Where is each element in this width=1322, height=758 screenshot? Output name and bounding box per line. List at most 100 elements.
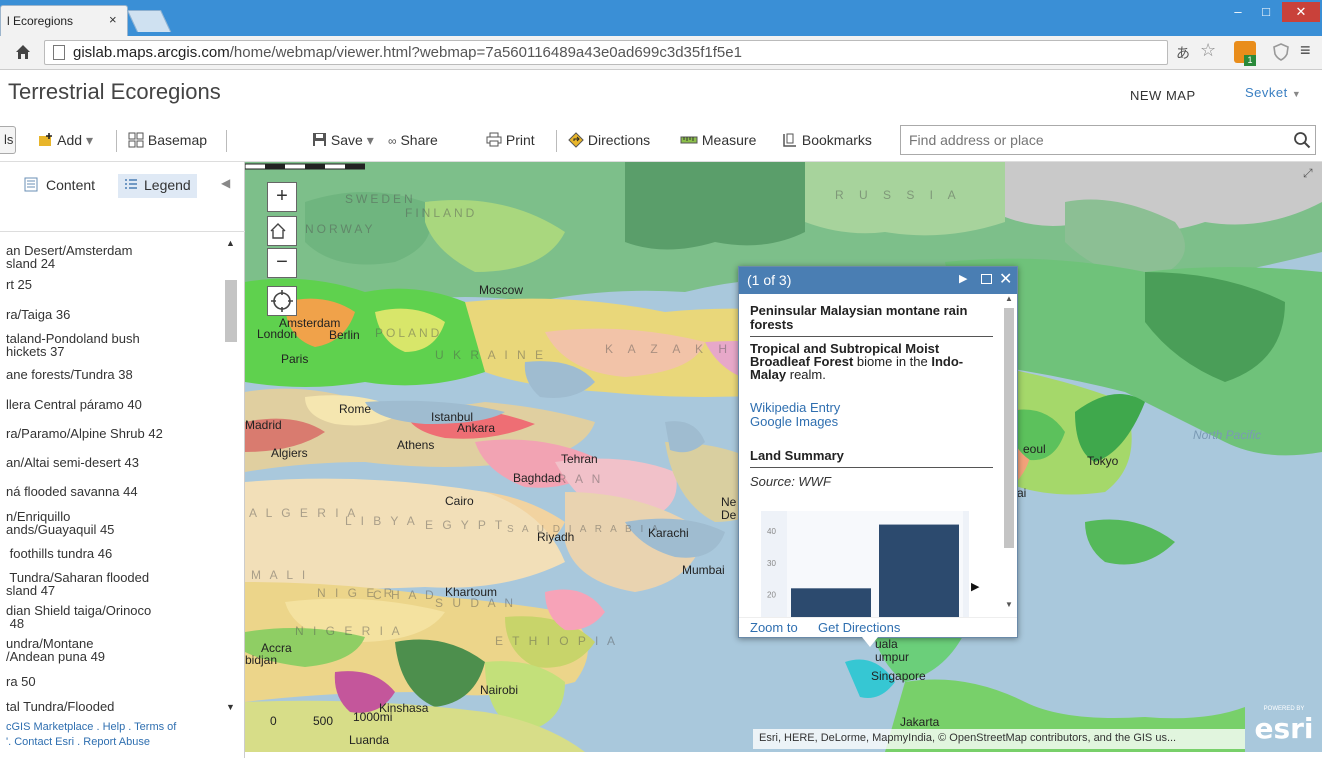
scroll-down-icon[interactable]: ▼: [226, 702, 235, 712]
collapse-panel-icon[interactable]: ◀: [221, 176, 230, 190]
popup-header: (1 of 3) ▶ ✕: [739, 267, 1017, 294]
print-button[interactable]: Print: [486, 132, 535, 148]
map-label-chad: C H A D: [373, 588, 437, 602]
home-extent-button[interactable]: [267, 216, 297, 246]
map-label-kuala-lumpur: uala umpur: [875, 637, 910, 664]
bookmarks-button[interactable]: Bookmarks: [782, 132, 872, 148]
map-label-mumbai: Mumbai: [682, 563, 725, 577]
search-input[interactable]: [901, 126, 1281, 154]
url-field[interactable]: gislab.maps.arcgis.com/home/webmap/viewe…: [44, 40, 1168, 65]
new-map-link[interactable]: NEW MAP: [1130, 88, 1196, 103]
map-label-kazakhstan: K A Z A K H: [605, 342, 734, 356]
tab-legend[interactable]: Legend: [118, 174, 197, 198]
star-icon[interactable]: ☆: [1200, 40, 1222, 62]
basemap-button[interactable]: Basemap: [128, 132, 207, 148]
footer-line-2[interactable]: '. Contact Esri . Report Abuse: [6, 736, 150, 748]
map-label-ankara: Ankara: [457, 421, 496, 435]
map-label-rome: Rome: [339, 402, 372, 416]
home-icon[interactable]: [14, 43, 32, 61]
popup-divider: [750, 467, 993, 468]
footer-line-1[interactable]: cGIS Marketplace . Help . Terms of: [6, 721, 176, 733]
share-button[interactable]: ∞ Share: [388, 132, 438, 148]
zoom-in-button[interactable]: +: [267, 182, 297, 212]
browser-tab-strip: l Ecoregions × – □ ✕: [0, 0, 1322, 36]
land-summary-heading: Land Summary: [750, 448, 844, 463]
popup-next-icon[interactable]: ▶: [959, 272, 967, 285]
user-menu[interactable]: Sevket ▼: [1245, 85, 1301, 100]
user-name: Sevket: [1245, 85, 1288, 100]
menu-icon[interactable]: ≡: [1300, 40, 1322, 62]
expand-icon[interactable]: ⤢: [1303, 166, 1313, 181]
legend-item: undra/Montane /Andean puna 49: [6, 636, 106, 664]
popup-spacer: [750, 429, 993, 449]
legend-icon: [125, 179, 137, 189]
zoom-to-link[interactable]: Zoom to: [750, 620, 798, 635]
legend-item: taland-Pondoland bush hickets 37: [6, 331, 140, 359]
map-label-athens: Athens: [397, 438, 435, 452]
locate-button[interactable]: [267, 286, 297, 316]
popup-close-icon[interactable]: ✕: [999, 269, 1012, 289]
scroll-thumb[interactable]: [225, 280, 237, 342]
popup-scrollbar[interactable]: ▲ ▼: [1001, 294, 1017, 614]
measure-button[interactable]: Measure: [680, 132, 756, 148]
user-caret-icon: ▼: [1291, 89, 1302, 99]
esri-logo[interactable]: POWERED BY esri: [1253, 704, 1315, 746]
directions-button[interactable]: Directions: [568, 132, 650, 148]
map-label-finland: FINLAND: [405, 206, 478, 220]
add-button[interactable]: Add ▾: [38, 132, 93, 149]
popup-maximize-icon[interactable]: [981, 274, 992, 284]
chart-next-icon[interactable]: ▶: [971, 580, 979, 593]
chart-bar[interactable]: [791, 588, 871, 617]
scale-label-mid: 500: [313, 714, 334, 728]
popup-scroll-up-icon[interactable]: ▲: [1005, 294, 1013, 303]
legend-list: an Desert/Amsterdam sland 24 rt 25 ra/Ta…: [0, 238, 222, 714]
chart-y-tick-label: 30: [767, 559, 776, 568]
link-icon: ∞: [388, 134, 397, 148]
shield-icon[interactable]: [1270, 41, 1292, 63]
legend-item: ná flooded savanna 44: [6, 484, 138, 499]
map-label-sweden: SWEDEN: [345, 192, 416, 206]
panel-tabs: Content Legend ◀: [0, 162, 245, 232]
tab-content[interactable]: Content: [18, 174, 101, 198]
tab-close-icon[interactable]: ×: [109, 12, 117, 27]
map-label-saudi: S A U D I A R A B I A: [507, 524, 662, 535]
map-label-cairo: Cairo: [445, 494, 474, 508]
translate-icon[interactable]: あ: [1176, 43, 1198, 65]
legend-item: ane forests/Tundra 38: [6, 367, 133, 382]
map-label-mali: M A L I: [251, 568, 309, 582]
map-label-russia: R U S S I A: [835, 188, 962, 202]
window-close-button[interactable]: ✕: [1282, 2, 1320, 22]
map-label-tehran: Tehran: [561, 452, 598, 466]
add-label: Add: [57, 132, 83, 148]
map-label-paris: Paris: [281, 352, 309, 366]
get-directions-link[interactable]: Get Directions: [818, 620, 900, 635]
legend-scrollbar[interactable]: ▲ ▼: [224, 238, 238, 714]
zoom-out-button[interactable]: −: [267, 248, 297, 278]
popup-scroll-thumb[interactable]: [1004, 308, 1014, 548]
biome-mid-text: biome in the: [853, 354, 932, 369]
wikipedia-link[interactable]: Wikipedia Entry: [750, 401, 993, 415]
map-label-new-delhi: Ne De: [721, 495, 737, 522]
directions-icon: [568, 132, 584, 148]
footer-links[interactable]: cGIS Marketplace . Help . Terms of '. Co…: [6, 720, 176, 750]
browser-tab-title: l Ecoregions: [7, 14, 74, 28]
chart-bar[interactable]: [879, 524, 959, 617]
popup-spacer: [750, 381, 993, 401]
popup-scroll-down-icon[interactable]: ▼: [1005, 600, 1013, 609]
map-label-berlin: Berlin: [329, 328, 360, 342]
minimize-button[interactable]: –: [1226, 2, 1250, 22]
bookmarks-label: Bookmarks: [801, 132, 872, 148]
new-tab-button[interactable]: [126, 10, 172, 32]
scroll-up-icon[interactable]: ▲: [226, 238, 235, 248]
map-label-london: London: [257, 327, 298, 341]
legend-item: ra/Taiga 36: [6, 307, 71, 322]
save-button[interactable]: Save ▾: [312, 132, 374, 149]
google-images-link[interactable]: Google Images: [750, 415, 993, 429]
browser-tab[interactable]: l Ecoregions ×: [0, 5, 128, 36]
map-label-tokyo: Tokyo: [1087, 454, 1119, 468]
source-text: Source: WWF: [750, 474, 831, 489]
details-button[interactable]: ls: [0, 126, 16, 154]
maximize-button[interactable]: □: [1254, 2, 1278, 22]
search-icon[interactable]: [1293, 131, 1311, 149]
map-label-moscow: Moscow: [479, 283, 524, 297]
